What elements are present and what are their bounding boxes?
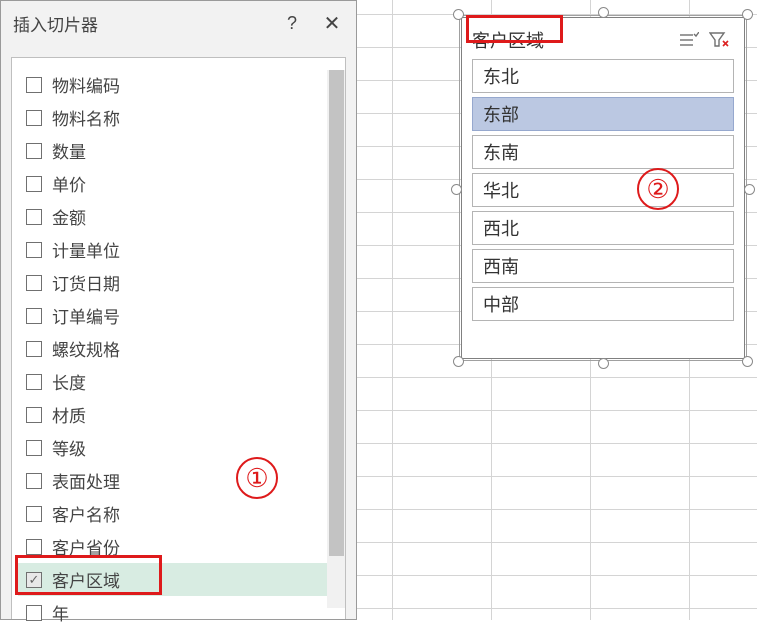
field-label: 等级: [52, 435, 86, 460]
checkbox[interactable]: [26, 77, 42, 93]
insert-slicer-dialog: 插入切片器 ? ✕ 物料编码物料名称数量单价金额计量单位订货日期订单编号螺纹规格…: [0, 0, 357, 620]
help-button[interactable]: ?: [272, 5, 312, 41]
slicer-items: 东北东部东南华北西北西南中部: [472, 59, 734, 321]
field-item[interactable]: 等级: [18, 431, 339, 464]
field-item[interactable]: 表面处理: [18, 464, 339, 497]
slicer-item[interactable]: 东南: [472, 135, 734, 169]
field-item[interactable]: 螺纹规格: [18, 332, 339, 365]
field-item[interactable]: 数量: [18, 134, 339, 167]
checkbox[interactable]: [26, 209, 42, 225]
field-item[interactable]: 客户区域: [18, 563, 339, 596]
field-label: 材质: [52, 402, 86, 427]
slicer-item[interactable]: 西南: [472, 249, 734, 283]
field-label: 数量: [52, 138, 86, 163]
field-item[interactable]: 金额: [18, 200, 339, 233]
field-label: 物料名称: [52, 105, 120, 130]
checkbox[interactable]: [26, 539, 42, 555]
field-label: 表面处理: [52, 468, 120, 493]
checkbox[interactable]: [26, 341, 42, 357]
resize-handle[interactable]: [742, 9, 753, 20]
field-label: 订货日期: [52, 270, 120, 295]
dialog-header: 插入切片器 ? ✕: [1, 1, 356, 45]
dialog-body: 物料编码物料名称数量单价金额计量单位订货日期订单编号螺纹规格长度材质等级表面处理…: [11, 57, 346, 619]
checkbox[interactable]: [26, 473, 42, 489]
checkbox[interactable]: [26, 308, 42, 324]
checkbox[interactable]: [26, 242, 42, 258]
field-label: 螺纹规格: [52, 336, 120, 361]
checkbox[interactable]: [26, 374, 42, 390]
clear-filter-icon[interactable]: [704, 27, 734, 53]
field-label: 物料编码: [52, 72, 120, 97]
field-item[interactable]: 长度: [18, 365, 339, 398]
slicer-object[interactable]: 客户区域 东北东部东南华北西北西南中部: [453, 9, 753, 367]
resize-handle[interactable]: [453, 356, 464, 367]
field-item[interactable]: 年: [18, 596, 339, 629]
slicer-item[interactable]: 东北: [472, 59, 734, 93]
checkbox[interactable]: [26, 572, 42, 588]
field-label: 客户省份: [52, 534, 120, 559]
slicer-pane: 客户区域 东北东部东南华北西北西南中部: [461, 17, 745, 359]
slicer-item[interactable]: 西北: [472, 211, 734, 245]
field-item[interactable]: 物料名称: [18, 101, 339, 134]
field-label: 年: [52, 600, 69, 625]
field-item[interactable]: 物料编码: [18, 68, 339, 101]
resize-handle[interactable]: [598, 7, 609, 18]
resize-handle[interactable]: [453, 9, 464, 20]
checkbox[interactable]: [26, 407, 42, 423]
field-label: 长度: [52, 369, 86, 394]
field-item[interactable]: 客户省份: [18, 530, 339, 563]
checkbox[interactable]: [26, 605, 42, 621]
scrollbar[interactable]: [327, 70, 345, 608]
checkbox[interactable]: [26, 143, 42, 159]
field-label: 单价: [52, 171, 86, 196]
multiselect-icon[interactable]: [674, 27, 704, 53]
field-item[interactable]: 客户名称: [18, 497, 339, 530]
field-list: 物料编码物料名称数量单价金额计量单位订货日期订单编号螺纹规格长度材质等级表面处理…: [18, 68, 339, 629]
scrollbar-thumb[interactable]: [329, 70, 344, 556]
dialog-title: 插入切片器: [13, 11, 272, 36]
slicer-item[interactable]: 中部: [472, 287, 734, 321]
resize-handle[interactable]: [742, 356, 753, 367]
field-label: 金额: [52, 204, 86, 229]
slicer-header: 客户区域: [472, 25, 734, 55]
field-item[interactable]: 订单编号: [18, 299, 339, 332]
checkbox[interactable]: [26, 110, 42, 126]
slicer-item[interactable]: 东部: [472, 97, 734, 131]
resize-handle[interactable]: [451, 184, 462, 195]
slicer-title: 客户区域: [472, 27, 674, 53]
field-label: 计量单位: [52, 237, 120, 262]
field-label: 订单编号: [52, 303, 120, 328]
checkbox[interactable]: [26, 176, 42, 192]
field-item[interactable]: 材质: [18, 398, 339, 431]
close-button[interactable]: ✕: [312, 5, 352, 41]
resize-handle[interactable]: [598, 358, 609, 369]
slicer-item[interactable]: 华北: [472, 173, 734, 207]
field-item[interactable]: 单价: [18, 167, 339, 200]
resize-handle[interactable]: [744, 184, 755, 195]
checkbox[interactable]: [26, 440, 42, 456]
field-item[interactable]: 计量单位: [18, 233, 339, 266]
field-label: 客户区域: [52, 567, 120, 592]
field-label: 客户名称: [52, 501, 120, 526]
checkbox[interactable]: [26, 275, 42, 291]
field-item[interactable]: 订货日期: [18, 266, 339, 299]
checkbox[interactable]: [26, 506, 42, 522]
